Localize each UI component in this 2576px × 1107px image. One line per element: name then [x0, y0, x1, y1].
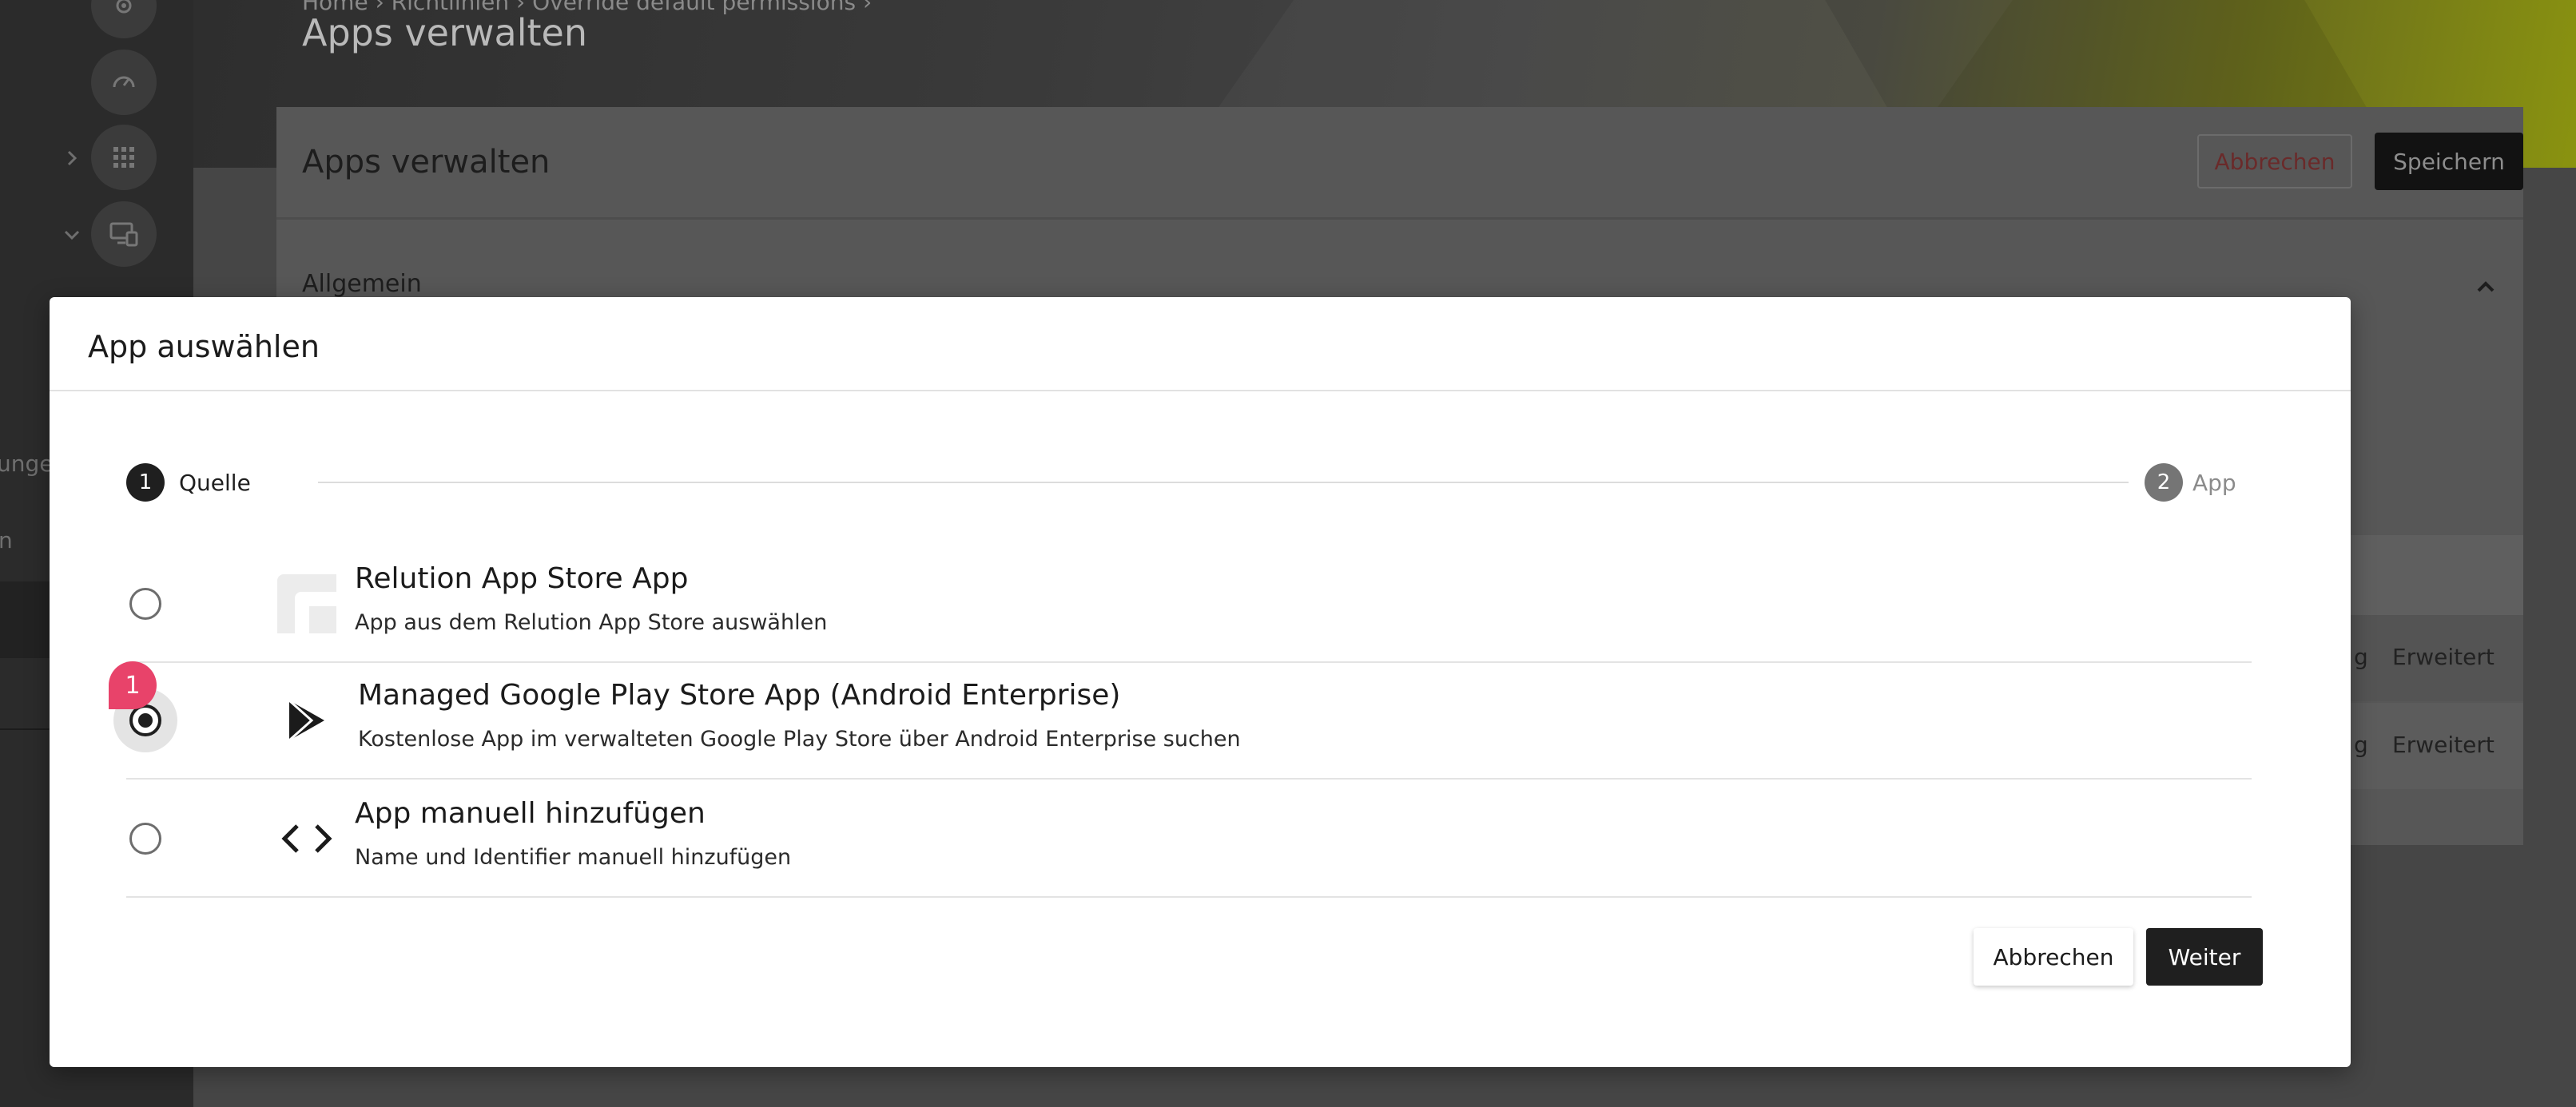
table-cell: Erweitert — [2392, 732, 2495, 758]
option-title: Relution App Store App — [355, 562, 689, 595]
option-description: Name und Identifier manuell hinzufügen — [355, 845, 792, 870]
dialog-title: App auswählen — [88, 329, 320, 364]
option-managed-google-play[interactable]: Managed Google Play Store App (Android E… — [113, 663, 2252, 780]
chevron-down-icon[interactable] — [61, 224, 83, 246]
annotation-badge: 1 — [109, 661, 157, 709]
apps-grid-icon[interactable] — [91, 125, 157, 190]
radio-add-app-manually[interactable] — [129, 823, 161, 855]
option-add-app-manually[interactable]: App manuell hinzufügen Name und Identifi… — [126, 781, 2252, 898]
dashboard-gauge-icon[interactable] — [91, 50, 157, 115]
google-play-icon — [270, 684, 344, 757]
radio-managed-google-play[interactable] — [129, 704, 161, 736]
dialog-next-button[interactable]: Weiter — [2146, 928, 2263, 986]
card-header: Apps verwalten Abbrechen Speichern — [276, 107, 2523, 220]
step-2-label: App — [2192, 470, 2236, 496]
table-cell: Erweitert — [2392, 644, 2495, 670]
table-cell: g — [2354, 732, 2368, 758]
section-general-label[interactable]: Allgemein — [302, 270, 422, 298]
step-2-number: 2 — [2145, 463, 2183, 502]
radio-relution-app-store[interactable] — [129, 588, 161, 620]
code-icon — [270, 802, 344, 875]
step-1-label: Quelle — [179, 470, 251, 496]
settings-dot-icon[interactable] — [91, 0, 157, 38]
table-cell: g — [2354, 644, 2368, 670]
option-description: App aus dem Relution App Store auswählen — [355, 610, 828, 635]
select-app-dialog: App auswählen 1 Quelle 2 App Relution Ap… — [50, 297, 2351, 1067]
step-1-number: 1 — [126, 463, 165, 502]
page-title: Apps verwalten — [302, 11, 587, 54]
device-management-icon[interactable] — [91, 201, 157, 267]
option-title: Managed Google Play Store App (Android E… — [358, 679, 1121, 712]
relution-logo-icon — [270, 567, 344, 641]
card-title: Apps verwalten — [302, 144, 551, 181]
option-relution-app-store[interactable]: Relution App Store App App aus dem Relut… — [126, 546, 2252, 663]
stepper-line — [318, 482, 2129, 483]
dialog-divider — [50, 390, 2351, 391]
chevron-right-icon[interactable] — [61, 147, 83, 169]
option-title: App manuell hinzufügen — [355, 797, 706, 830]
stepper: 1 Quelle 2 App — [126, 463, 2236, 502]
option-description: Kostenlose App im verwalteten Google Pla… — [358, 727, 1241, 752]
card-save-button[interactable]: Speichern — [2375, 133, 2523, 190]
sidebar-partial-text: n — [0, 527, 13, 554]
chevron-up-icon[interactable] — [2474, 275, 2498, 302]
card-cancel-button[interactable]: Abbrechen — [2197, 134, 2352, 188]
option-divider — [126, 778, 2252, 780]
sidebar-partial-text: unge — [0, 450, 54, 477]
option-divider — [126, 896, 2252, 898]
dialog-cancel-button[interactable]: Abbrechen — [1974, 928, 2133, 986]
